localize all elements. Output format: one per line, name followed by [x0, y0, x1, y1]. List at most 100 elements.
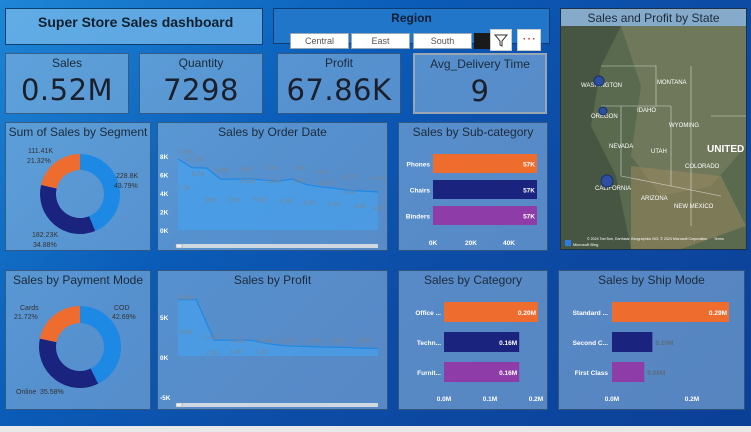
- region-option-central[interactable]: Central: [290, 33, 349, 49]
- map-state-label: COLORADO: [685, 164, 720, 170]
- data-label: 34.88%: [33, 242, 57, 249]
- shipmode-bar-chart[interactable]: Standard ... 0.29M Second C... 0.10M First C…: [559, 288, 744, 409]
- data-label: 5.3K: [280, 198, 294, 205]
- kpi-label: Sales: [51, 56, 83, 70]
- map-bubble-oregon: [598, 106, 608, 116]
- data-label: 4.11K: [370, 175, 387, 182]
- category-label: Office ...: [415, 310, 441, 317]
- bar[interactable]: [433, 206, 537, 225]
- filter-icon[interactable]: [490, 29, 512, 51]
- kpi-value: 0.52M: [20, 73, 114, 107]
- data-label: 5.29K: [266, 178, 283, 185]
- map-state-label: WYOMING: [669, 123, 699, 129]
- scroll-thumb: [175, 402, 183, 408]
- map-state-label: MONTANA: [657, 80, 687, 86]
- map-country-label: UNITED: [707, 144, 744, 155]
- y-tick-label: 6K: [160, 173, 169, 180]
- kpi-profit-card: Profit 67.86K: [277, 53, 401, 114]
- data-label: 4.2K: [343, 189, 357, 196]
- title-card: Super Store Sales dashboard: [5, 8, 263, 45]
- data-label: 35.58%: [40, 389, 64, 396]
- data-label: 42.69%: [112, 314, 136, 321]
- kpi-label: Profit: [324, 56, 353, 70]
- category-label: First Class: [575, 370, 609, 377]
- data-label: 1.07K: [280, 338, 297, 345]
- bar[interactable]: [612, 362, 645, 382]
- data-label: 4.67K: [318, 180, 335, 187]
- data-label: 0.29M: [709, 310, 727, 317]
- x-tick-label: 20K: [465, 240, 477, 247]
- data-label: 7.7K: [178, 185, 192, 192]
- chart-title: Sales by Order Date: [218, 125, 327, 139]
- data-label: 228.8K: [116, 173, 139, 180]
- map-terms-link[interactable]: Terms: [714, 237, 724, 241]
- y-tick-label: 0K: [160, 228, 169, 235]
- data-label: 4.9K: [294, 165, 308, 172]
- data-label: 1.2K: [256, 349, 270, 356]
- bar[interactable]: [612, 332, 653, 352]
- data-label: 5.48K: [214, 167, 231, 174]
- chart-title: Sales by Ship Mode: [598, 273, 705, 287]
- data-label: 5.5K: [240, 166, 254, 173]
- kpi-delivery-card[interactable]: Avg_Delivery Time 9: [413, 53, 547, 114]
- order-date-chart-card: Sales by Order Date 8K 6K 4K 2K 0K 7.66K 6.73…: [157, 122, 388, 251]
- data-label: 0.16M: [499, 340, 517, 347]
- x-tick-label: 0.2M: [685, 396, 699, 403]
- y-tick-label: 0K: [160, 355, 169, 362]
- donut-slice[interactable]: [39, 306, 80, 343]
- map-state-label: IDAHO: [637, 108, 656, 114]
- map-state-label: CALIFORNIA: [595, 186, 631, 192]
- data-label: 21.72%: [14, 314, 38, 321]
- map-attribution: © 2024 TomTom, Earthstar Geographics SIO…: [587, 237, 707, 241]
- data-label: 4.5K: [316, 169, 330, 176]
- map-state-label: NEVADA: [609, 144, 633, 150]
- region-option-south[interactable]: South: [413, 33, 472, 49]
- data-label: 0.90K: [356, 338, 373, 345]
- donut-slice[interactable]: [40, 184, 96, 234]
- data-label: 6.73K: [188, 156, 205, 163]
- bar[interactable]: [433, 180, 537, 199]
- map-card[interactable]: Sales and Profit by State WASHINGTON MON…: [560, 8, 747, 250]
- x-tick-label: 0.1M: [483, 396, 497, 403]
- chart-title: Sales by Category: [423, 273, 523, 287]
- category-label: Second C...: [573, 340, 609, 347]
- x-tick-label: 40K: [503, 240, 515, 247]
- data-label: 57K: [523, 214, 535, 221]
- data-label: 57K: [523, 188, 535, 195]
- data-label: Cards: [20, 305, 39, 312]
- kpi-quantity-card: Quantity 7298: [139, 53, 263, 114]
- map-state-label: NEW MEXICO: [674, 204, 714, 210]
- region-title: Region: [391, 11, 432, 25]
- data-label: 5.5K: [228, 197, 242, 204]
- bing-logo: [565, 240, 571, 246]
- shipmode-chart-card: Sales by Ship Mode Standard ... 0.29M Seco…: [558, 270, 745, 410]
- data-label: 5.5K: [292, 178, 306, 185]
- x-tick-label: 0.0M: [437, 396, 451, 403]
- bar[interactable]: [433, 154, 537, 173]
- data-label: 5.4K: [266, 165, 280, 172]
- dashboard-title: Super Store Sales dashboard: [38, 14, 234, 30]
- category-bar-chart[interactable]: Office ... 0.20M Techn... 0.16M Furnit... 0.1…: [399, 288, 547, 409]
- scroll-track: [176, 403, 378, 407]
- chart-title: Sales by Profit: [233, 273, 312, 287]
- more-options-icon[interactable]: ⋯: [517, 29, 541, 51]
- order-date-area-chart[interactable]: 8K 6K 4K 2K 0K 7.66K6.73K 6.7K 5.48K 5.5K 5.55K 5…: [158, 140, 387, 250]
- kpi-value: 9: [470, 74, 490, 108]
- donut-slice[interactable]: [38, 338, 99, 388]
- data-label: 21.32%: [27, 158, 51, 165]
- x-tick-label: 0.0M: [605, 396, 619, 403]
- data-label: 111.41K: [28, 148, 53, 155]
- map-canvas[interactable]: WASHINGTON MONTANA OREGON IDAHO WYOMING …: [561, 26, 746, 249]
- payment-donut-chart[interactable]: COD 42.69% Cards 21.72% Online 35.58%: [6, 288, 150, 408]
- data-label: 1.46K: [230, 338, 247, 345]
- profit-area-chart[interactable]: 5K 0K -5K 6.82K 6.8K 1.9K 1.91K 1.9K 1.46K 1.2K 1…: [158, 288, 387, 409]
- subcategory-bar-chart[interactable]: Phones 57K Chairs 57K Binders 57K 0K 20K 40K: [399, 140, 547, 250]
- category-label: Phones: [407, 162, 431, 169]
- data-label: 4.9K: [328, 201, 342, 208]
- scroll-thumb: [175, 243, 183, 249]
- segment-donut-chart[interactable]: 228.8K 43.79% 111.41K 21.32% 182.23K 34.…: [6, 140, 150, 250]
- kpi-value: 7298: [163, 73, 239, 107]
- region-option-east[interactable]: East: [351, 33, 410, 49]
- y-tick-label: 8K: [160, 154, 169, 161]
- y-tick-label: 4K: [160, 191, 169, 198]
